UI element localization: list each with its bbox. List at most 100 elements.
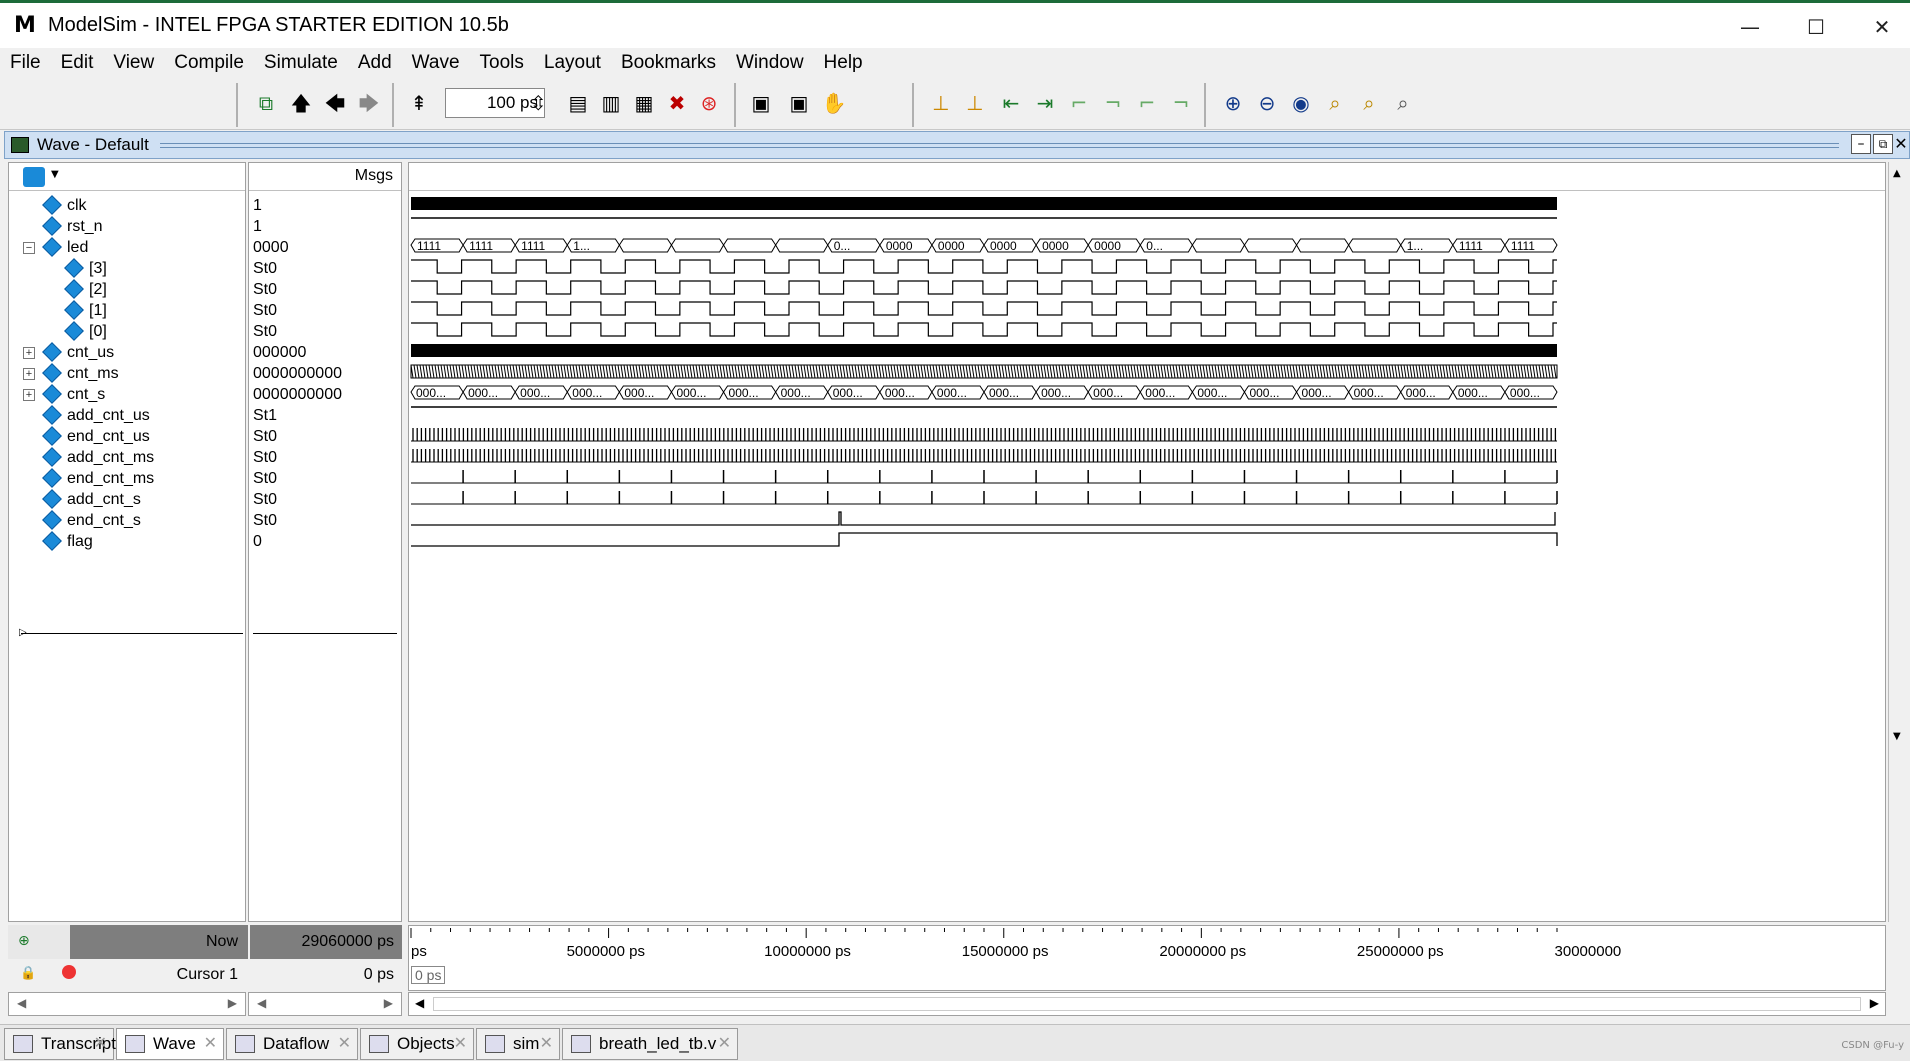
names-hscroll[interactable]: ◀ ▶ (8, 992, 246, 1016)
rising-edge-icon[interactable]: ¬ (1100, 90, 1126, 116)
tab-breath-led-tb-v[interactable]: breath_led_tb.v ✕ (562, 1028, 738, 1060)
toolbar-separator (734, 83, 736, 127)
flag-wave (411, 532, 1558, 547)
falling-edge-icon[interactable]: ⌐ (1066, 90, 1092, 116)
insert-cursor-icon[interactable]: ⊥ (928, 90, 954, 116)
zoom-out-icon[interactable]: ⊖ (1254, 90, 1280, 116)
tab-sim[interactable]: sim ✕ (476, 1028, 560, 1060)
up-arrow-icon[interactable]: 🡅 (288, 90, 314, 116)
led-bus-label: 0000 (938, 239, 965, 253)
cnt-s-bus-label: 000... (1145, 386, 1175, 400)
menu-help[interactable]: Help (814, 52, 873, 74)
stop-icon[interactable]: ⊛ (696, 90, 722, 116)
run-length-spinner-icon[interactable]: ⇳ (530, 90, 547, 116)
forward-arrow-icon[interactable]: 🡆 (356, 90, 382, 116)
collapse-icon[interactable]: − (23, 242, 35, 254)
menu-simulate[interactable]: Simulate (254, 52, 348, 74)
run-icon[interactable]: ⇞ (406, 90, 432, 116)
tab-close-icon[interactable]: ✕ (540, 1029, 553, 1059)
expand-icon[interactable]: + (23, 368, 35, 380)
zoom-range-icon[interactable]: ⌕ (1356, 90, 1382, 116)
tab-transcript[interactable]: Transcript ✕ (4, 1028, 116, 1060)
cursor-time-marker[interactable]: 0 ps (411, 966, 446, 984)
break-icon[interactable]: ✖ (664, 90, 690, 116)
vertical-scrollbar[interactable]: ▲ ▼ (1888, 162, 1908, 922)
signal-row-flag[interactable]: flag (9, 529, 245, 554)
menu-file[interactable]: File (0, 52, 51, 74)
cursor-label[interactable]: Cursor 1 (70, 960, 248, 990)
wave-hscroll[interactable]: ◀ ▶ (408, 992, 1886, 1016)
minimize-button[interactable]: — (1720, 9, 1780, 45)
cnt-s-bus-label: 000... (1093, 386, 1123, 400)
scroll-right-icon[interactable]: ▶ (1870, 996, 1879, 1010)
scroll-left-icon[interactable]: ◀ (17, 996, 26, 1010)
timeline-ruler[interactable]: ps 5000000 ps 10000000 ps 15000000 ps 200000… (408, 925, 1886, 991)
waveform-canvas[interactable]: 1111 1111 1111 1... 0... 0000 0000 0000 0000 0000… (409, 191, 1885, 921)
timeline-label: 20000000 ps (1159, 943, 1246, 960)
scroll-right-icon[interactable]: ▶ (384, 996, 393, 1010)
expand-icon[interactable]: + (23, 389, 35, 401)
zoom-cursor-icon[interactable]: ⌕ (1322, 90, 1348, 116)
step-icon[interactable]: ▣ (748, 90, 774, 116)
hand-icon[interactable]: ✋ (821, 90, 847, 116)
back-arrow-icon[interactable]: 🡄 (322, 90, 348, 116)
signal-diamond-icon (42, 531, 62, 551)
tab-close-icon[interactable]: ✕ (718, 1029, 731, 1059)
zoom-in-icon[interactable]: ⊕ (1220, 90, 1246, 116)
signal-group-icon[interactable] (23, 167, 45, 187)
scroll-left-icon[interactable]: ◀ (257, 996, 266, 1010)
tab-close-icon[interactable]: ✕ (454, 1029, 467, 1059)
run-all-icon[interactable]: ▤ (565, 90, 591, 116)
menu-wave[interactable]: Wave (402, 52, 470, 74)
tab-close-icon[interactable]: ✕ (204, 1029, 217, 1059)
panel-grip[interactable] (160, 143, 1839, 148)
waveform-pane[interactable]: 1111 1111 1111 1... 0... 0000 0000 0000 0000 0000… (408, 162, 1886, 922)
next-edge-icon[interactable]: ¬ (1168, 90, 1194, 116)
panel-minimize-icon[interactable]: – (1851, 134, 1871, 154)
menu-layout[interactable]: Layout (534, 52, 611, 74)
zoom-full-icon[interactable]: ◉ (1288, 90, 1314, 116)
menu-edit[interactable]: Edit (51, 52, 104, 74)
values-hscroll[interactable]: ◀ ▶ (248, 992, 402, 1016)
delete-cursor-icon[interactable]: ⊥ (962, 90, 988, 116)
scroll-thumb[interactable] (433, 997, 1861, 1011)
restart-icon[interactable]: ⧉ (253, 90, 279, 116)
scroll-right-icon[interactable]: ▶ (228, 996, 237, 1010)
prev-edge-icon[interactable]: ⌐ (1134, 90, 1160, 116)
step-over-icon[interactable]: ▣ (786, 90, 812, 116)
previous-transition-icon[interactable]: ⇤ (998, 90, 1024, 116)
menu-bookmarks[interactable]: Bookmarks (611, 52, 726, 74)
run-continue-icon[interactable]: ▦ (631, 90, 657, 116)
scroll-down-icon[interactable]: ▼ (1893, 731, 1901, 742)
continue-icon[interactable]: ▥ (598, 90, 624, 116)
names-pane-header: ▼ (9, 163, 245, 191)
menu-window[interactable]: Window (726, 52, 814, 74)
menu-view[interactable]: View (103, 52, 164, 74)
scroll-left-icon[interactable]: ◀ (415, 996, 424, 1010)
panel-close-icon[interactable]: ✕ (1893, 134, 1909, 154)
tab-dataflow[interactable]: Dataflow ✕ (226, 1028, 358, 1060)
scroll-up-icon[interactable]: ▲ (1893, 168, 1901, 179)
tab-close-icon[interactable]: ✕ (338, 1029, 351, 1059)
menu-add[interactable]: Add (348, 52, 402, 74)
maximize-button[interactable]: ☐ (1786, 9, 1846, 45)
tab-wave[interactable]: Wave ✕ (116, 1028, 224, 1060)
close-button[interactable]: ✕ (1852, 9, 1910, 45)
led-bit-wave (411, 301, 1557, 316)
chevron-down-icon[interactable]: ▼ (51, 169, 59, 180)
signal-diamond-icon (42, 489, 62, 509)
add-cursor-icon[interactable]: ⊕ (18, 933, 30, 949)
toolbar-separator (912, 83, 914, 127)
lock-icon[interactable]: 🔒 (20, 966, 36, 981)
cursor-row: 🔒 Cursor 1 0 ps (8, 960, 402, 990)
expand-icon[interactable]: + (23, 347, 35, 359)
menu-compile[interactable]: Compile (164, 52, 254, 74)
menu-tools[interactable]: Tools (470, 52, 534, 74)
led-bus-segment (1295, 238, 1350, 253)
panel-undock-icon[interactable]: ⧉ (1873, 134, 1893, 154)
wave-pane-header (409, 163, 1885, 191)
tab-objects[interactable]: Objects ✕ (360, 1028, 474, 1060)
tab-close-icon[interactable]: ✕ (94, 1029, 107, 1059)
next-transition-icon[interactable]: ⇥ (1032, 90, 1058, 116)
zoom-mode-icon[interactable]: ⌕ (1390, 90, 1416, 116)
